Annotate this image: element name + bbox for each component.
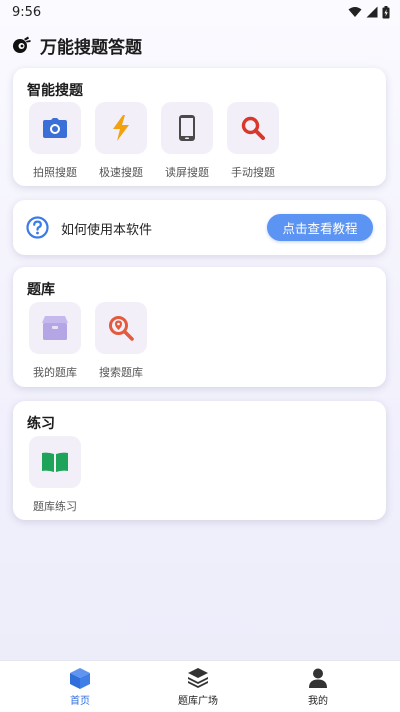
search-question-bank-tile-bg <box>95 302 147 354</box>
fast-search-button[interactable]: 极速搜题 <box>93 102 149 180</box>
screen-search-label: 读屏搜题 <box>165 166 209 179</box>
search-location-icon <box>109 316 134 341</box>
nav-item-bank-square[interactable]: 题库广场 <box>158 667 238 707</box>
help-text: 如何使用本软件 <box>61 223 153 238</box>
practice-card: 练习 题库练习 <box>13 401 386 520</box>
question-bank-practice-tile-bg <box>29 436 81 488</box>
fast-search-label: 极速搜题 <box>99 166 143 179</box>
nav-bank-square-icon-wrap <box>158 667 238 689</box>
phone-icon <box>179 115 195 141</box>
lightning-icon <box>113 115 129 141</box>
app-title: 万能搜题答题 <box>40 37 142 58</box>
search-question-bank-label: 搜索题库 <box>99 366 143 379</box>
smart-search-title: 智能搜题 <box>27 83 83 99</box>
nav-bank-square-label: 题库广场 <box>178 696 218 707</box>
manual-search-tile-bg <box>227 102 279 154</box>
bottom-nav: 首页 题库广场 我的 <box>0 660 400 712</box>
app-bar: 万能搜题答题 <box>0 28 400 62</box>
photo-search-button[interactable]: 拍照搜题 <box>27 102 83 180</box>
nav-mine-icon-wrap <box>278 667 358 689</box>
my-question-bank-label: 我的题库 <box>33 366 77 379</box>
search-icon <box>241 116 265 140</box>
question-bank-practice-button[interactable]: 题库练习 <box>27 436 83 514</box>
question-bank-card: 题库 我的题库 搜索题库 <box>13 267 386 387</box>
nav-home-icon-wrap <box>40 667 120 689</box>
nav-item-mine[interactable]: 我的 <box>278 667 358 707</box>
status-icons <box>348 5 390 19</box>
cube-icon <box>70 667 90 689</box>
status-time: 9:56 <box>12 4 42 20</box>
my-question-bank-tile-bg <box>29 302 81 354</box>
battery-icon <box>382 5 390 18</box>
nav-mine-label: 我的 <box>308 696 328 707</box>
help-icon <box>26 216 49 239</box>
fast-search-tile-bg <box>95 102 147 154</box>
screen-search-button[interactable]: 读屏搜题 <box>159 102 215 180</box>
logo-icon <box>13 36 31 53</box>
user-icon <box>309 668 327 688</box>
signal-icon <box>366 6 378 18</box>
wifi-icon <box>348 7 362 17</box>
question-bank-practice-label: 题库练习 <box>33 500 77 513</box>
question-bank-title: 题库 <box>27 282 55 298</box>
help-card[interactable]: 如何使用本软件 点击查看教程 <box>13 200 386 255</box>
status-bar: 9:56 <box>0 0 400 24</box>
manual-search-label: 手动搜题 <box>231 166 275 179</box>
my-question-bank-button[interactable]: 我的题库 <box>27 302 83 380</box>
layers-icon <box>188 668 208 688</box>
smart-search-card: 智能搜题 拍照搜题 极速搜题 读屏搜题 手动搜题 <box>13 68 386 186</box>
photo-search-tile-bg <box>29 102 81 154</box>
nav-item-home[interactable]: 首页 <box>40 667 120 707</box>
book-icon <box>42 452 68 472</box>
photo-search-label: 拍照搜题 <box>33 166 77 179</box>
screen-search-tile-bg <box>161 102 213 154</box>
practice-title: 练习 <box>27 416 55 432</box>
search-question-bank-button[interactable]: 搜索题库 <box>93 302 149 380</box>
nav-home-label: 首页 <box>70 696 90 707</box>
camera-icon <box>43 118 67 138</box>
box-icon <box>42 316 68 340</box>
manual-search-button[interactable]: 手动搜题 <box>225 102 281 180</box>
view-tutorial-button[interactable]: 点击查看教程 <box>267 214 373 241</box>
